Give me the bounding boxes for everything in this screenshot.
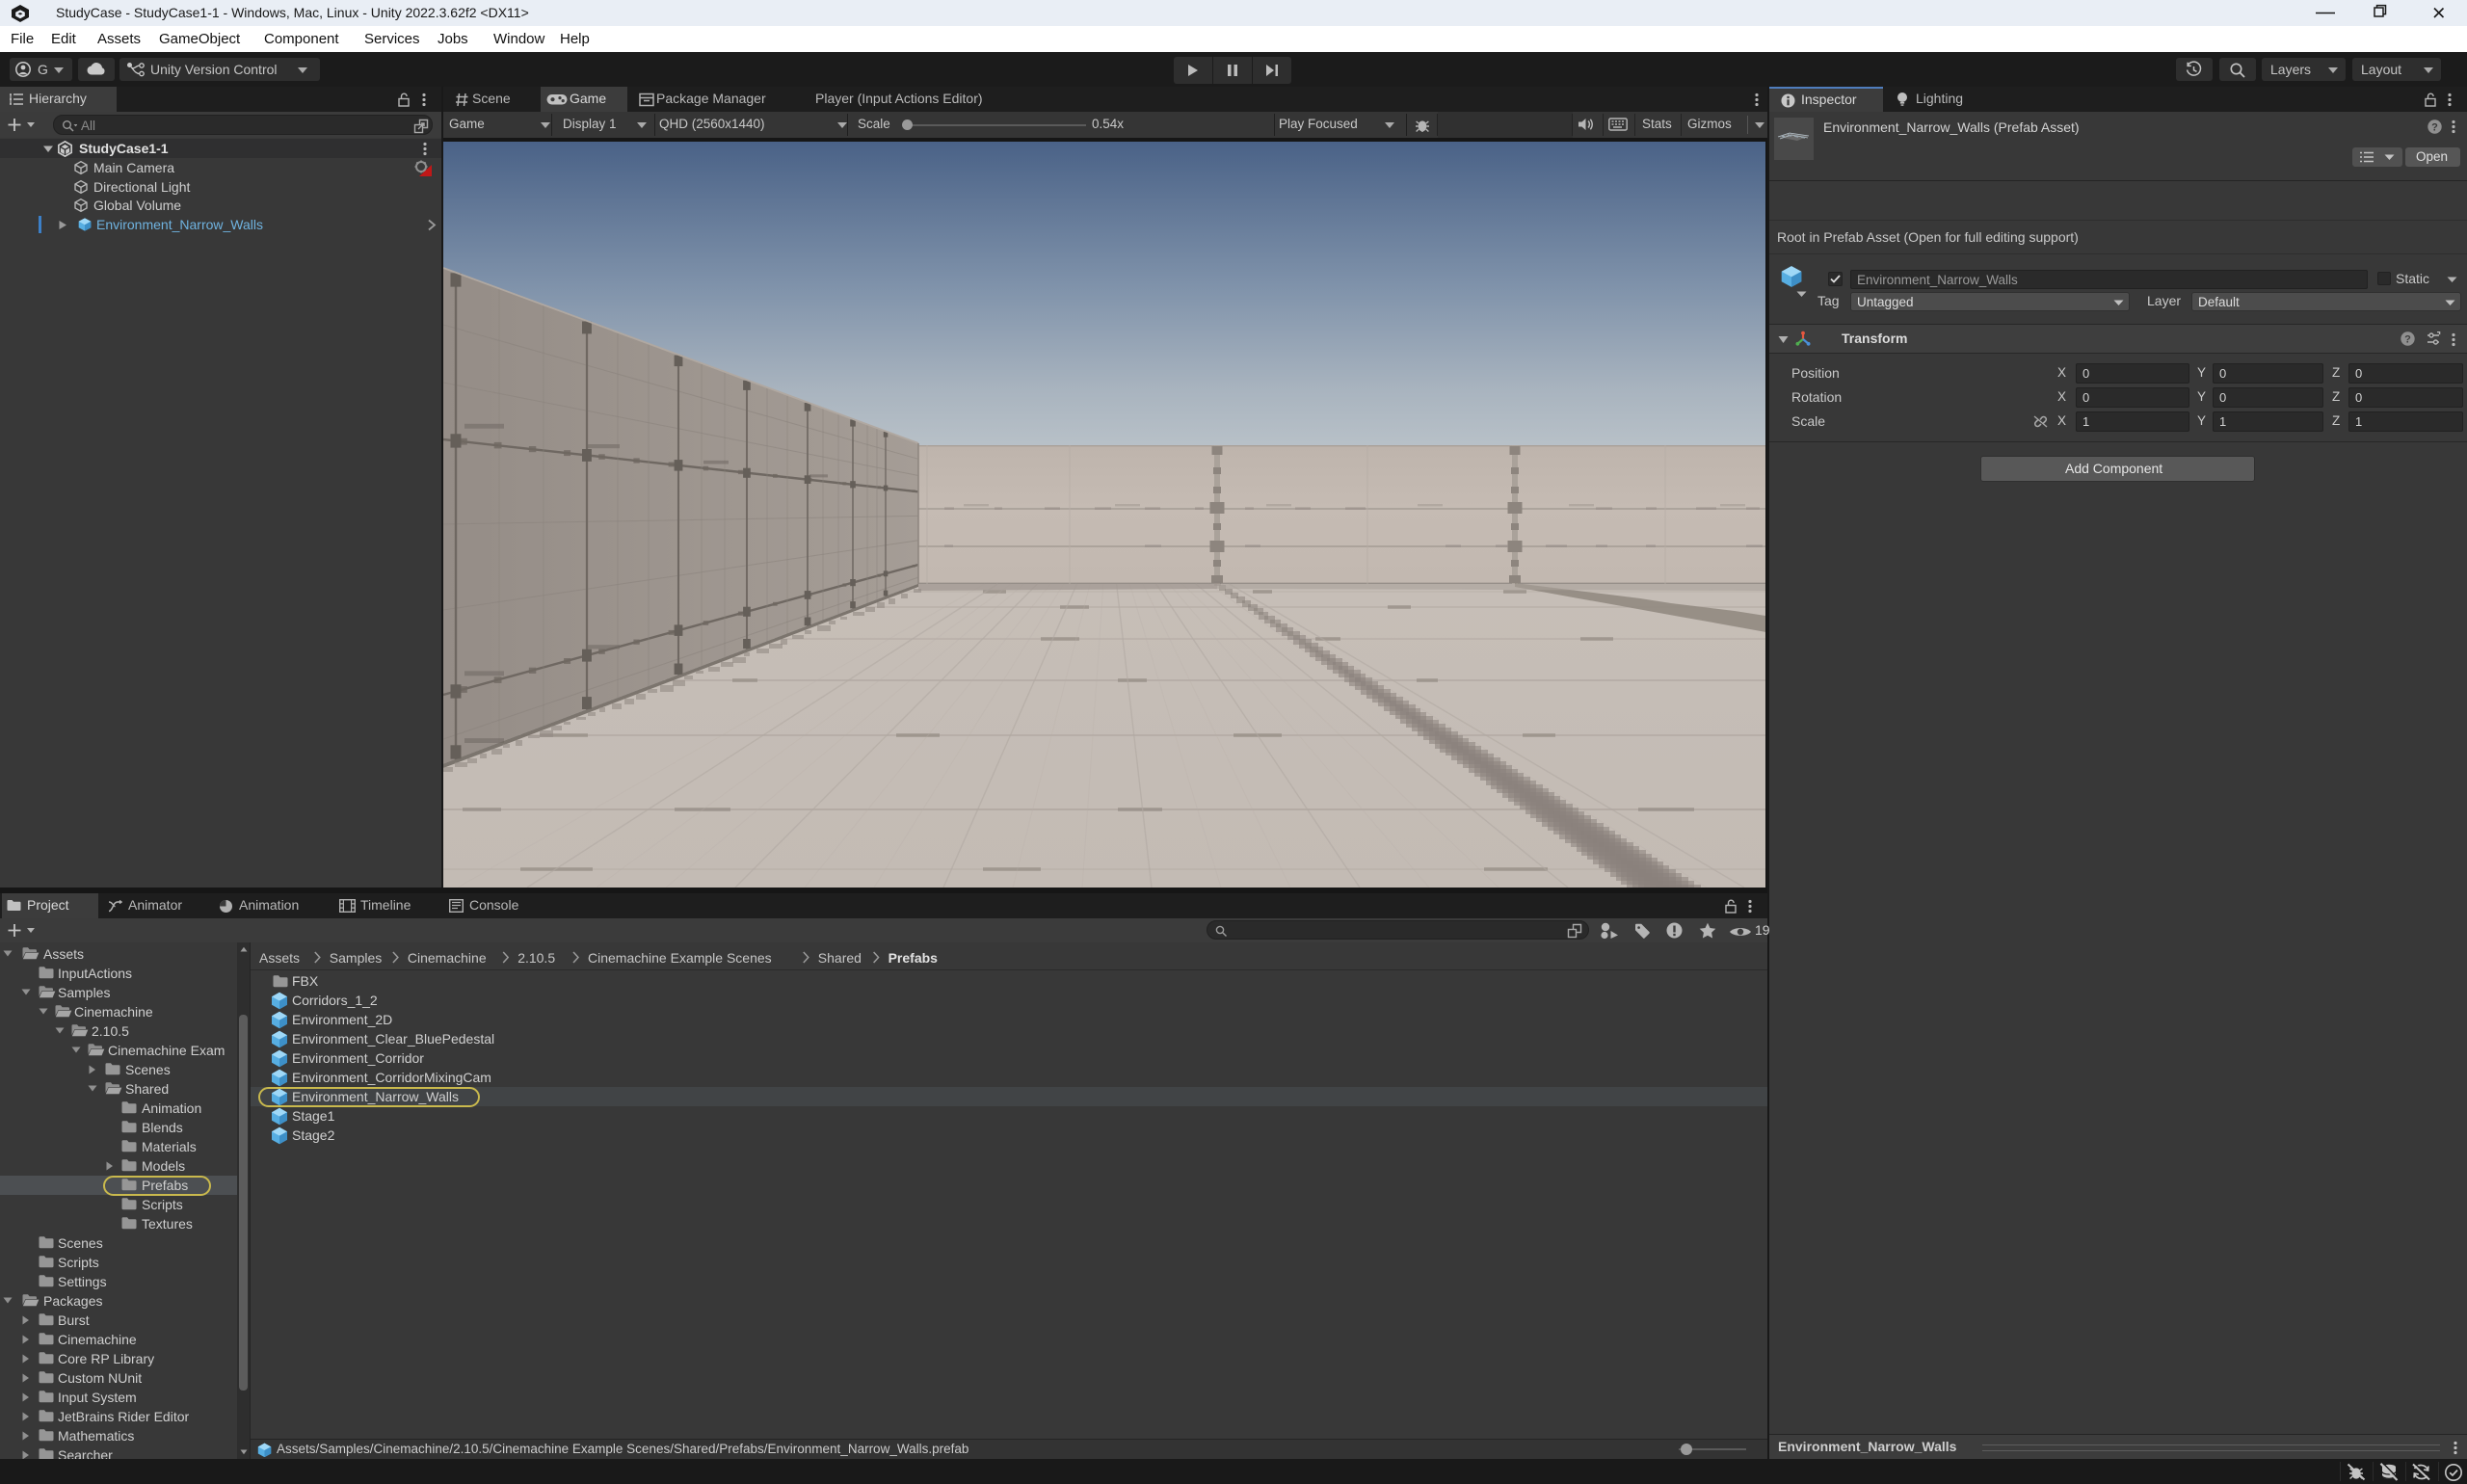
- svg-text:Cinemachine: Cinemachine: [408, 950, 487, 966]
- svg-text:Settings: Settings: [58, 1274, 107, 1289]
- svg-text:Cinemachine Exam: Cinemachine Exam: [108, 1043, 225, 1058]
- svg-text:Environment_Corridor: Environment_Corridor: [292, 1050, 424, 1066]
- svg-text:Scenes: Scenes: [125, 1062, 171, 1077]
- svg-text:Scripts: Scripts: [58, 1255, 99, 1270]
- svg-text:Cinemachine: Cinemachine: [58, 1332, 137, 1347]
- svg-text:InputActions: InputActions: [58, 966, 132, 981]
- svg-text:?: ?: [2404, 333, 2411, 345]
- svg-text:Models: Models: [142, 1158, 185, 1174]
- svg-text:Stage1: Stage1: [292, 1108, 335, 1124]
- svg-text:Prefabs: Prefabs: [889, 950, 939, 966]
- svg-text:Textures: Textures: [142, 1216, 193, 1232]
- svg-text:Scenes: Scenes: [58, 1235, 103, 1251]
- svg-text:Input System: Input System: [58, 1390, 137, 1405]
- svg-text:Environment_CorridorMixingCam: Environment_CorridorMixingCam: [292, 1070, 491, 1085]
- svg-text:2.10.5: 2.10.5: [517, 950, 555, 966]
- svg-text:Corridors_1_2: Corridors_1_2: [292, 993, 378, 1008]
- svg-text:Cinemachine Example Scenes: Cinemachine Example Scenes: [588, 950, 772, 966]
- svg-text:Blends: Blends: [142, 1120, 183, 1135]
- svg-text:?: ?: [2431, 121, 2438, 133]
- svg-text:Packages: Packages: [43, 1293, 102, 1309]
- svg-text:Scripts: Scripts: [142, 1197, 183, 1212]
- svg-text:Materials: Materials: [142, 1139, 197, 1154]
- svg-text:Burst: Burst: [58, 1312, 90, 1328]
- svg-text:Cinemachine: Cinemachine: [74, 1004, 153, 1020]
- svg-text:Core RP Library: Core RP Library: [58, 1351, 154, 1366]
- svg-text:Samples: Samples: [330, 950, 382, 966]
- svg-text:Assets: Assets: [43, 946, 84, 962]
- svg-text:Animation: Animation: [142, 1100, 201, 1116]
- svg-text:2.10.5: 2.10.5: [92, 1023, 129, 1039]
- svg-text:JetBrains Rider Editor: JetBrains Rider Editor: [58, 1409, 190, 1424]
- svg-text:Samples: Samples: [58, 985, 110, 1000]
- svg-text:Stage2: Stage2: [292, 1127, 335, 1143]
- svg-text:Shared: Shared: [125, 1081, 169, 1097]
- svg-text:FBX: FBX: [292, 973, 319, 989]
- svg-text:Shared: Shared: [818, 950, 862, 966]
- svg-text:Environment_2D: Environment_2D: [292, 1012, 392, 1027]
- svg-text:Prefabs: Prefabs: [142, 1178, 188, 1193]
- svg-text:Environment_Clear_BluePedestal: Environment_Clear_BluePedestal: [292, 1031, 494, 1047]
- svg-text:Environment_Narrow_Walls: Environment_Narrow_Walls: [292, 1089, 459, 1104]
- svg-text:Assets: Assets: [259, 950, 300, 966]
- svg-text:Searcher: Searcher: [58, 1447, 113, 1459]
- svg-text:Custom NUnit: Custom NUnit: [58, 1370, 142, 1386]
- svg-text:Mathematics: Mathematics: [58, 1428, 134, 1444]
